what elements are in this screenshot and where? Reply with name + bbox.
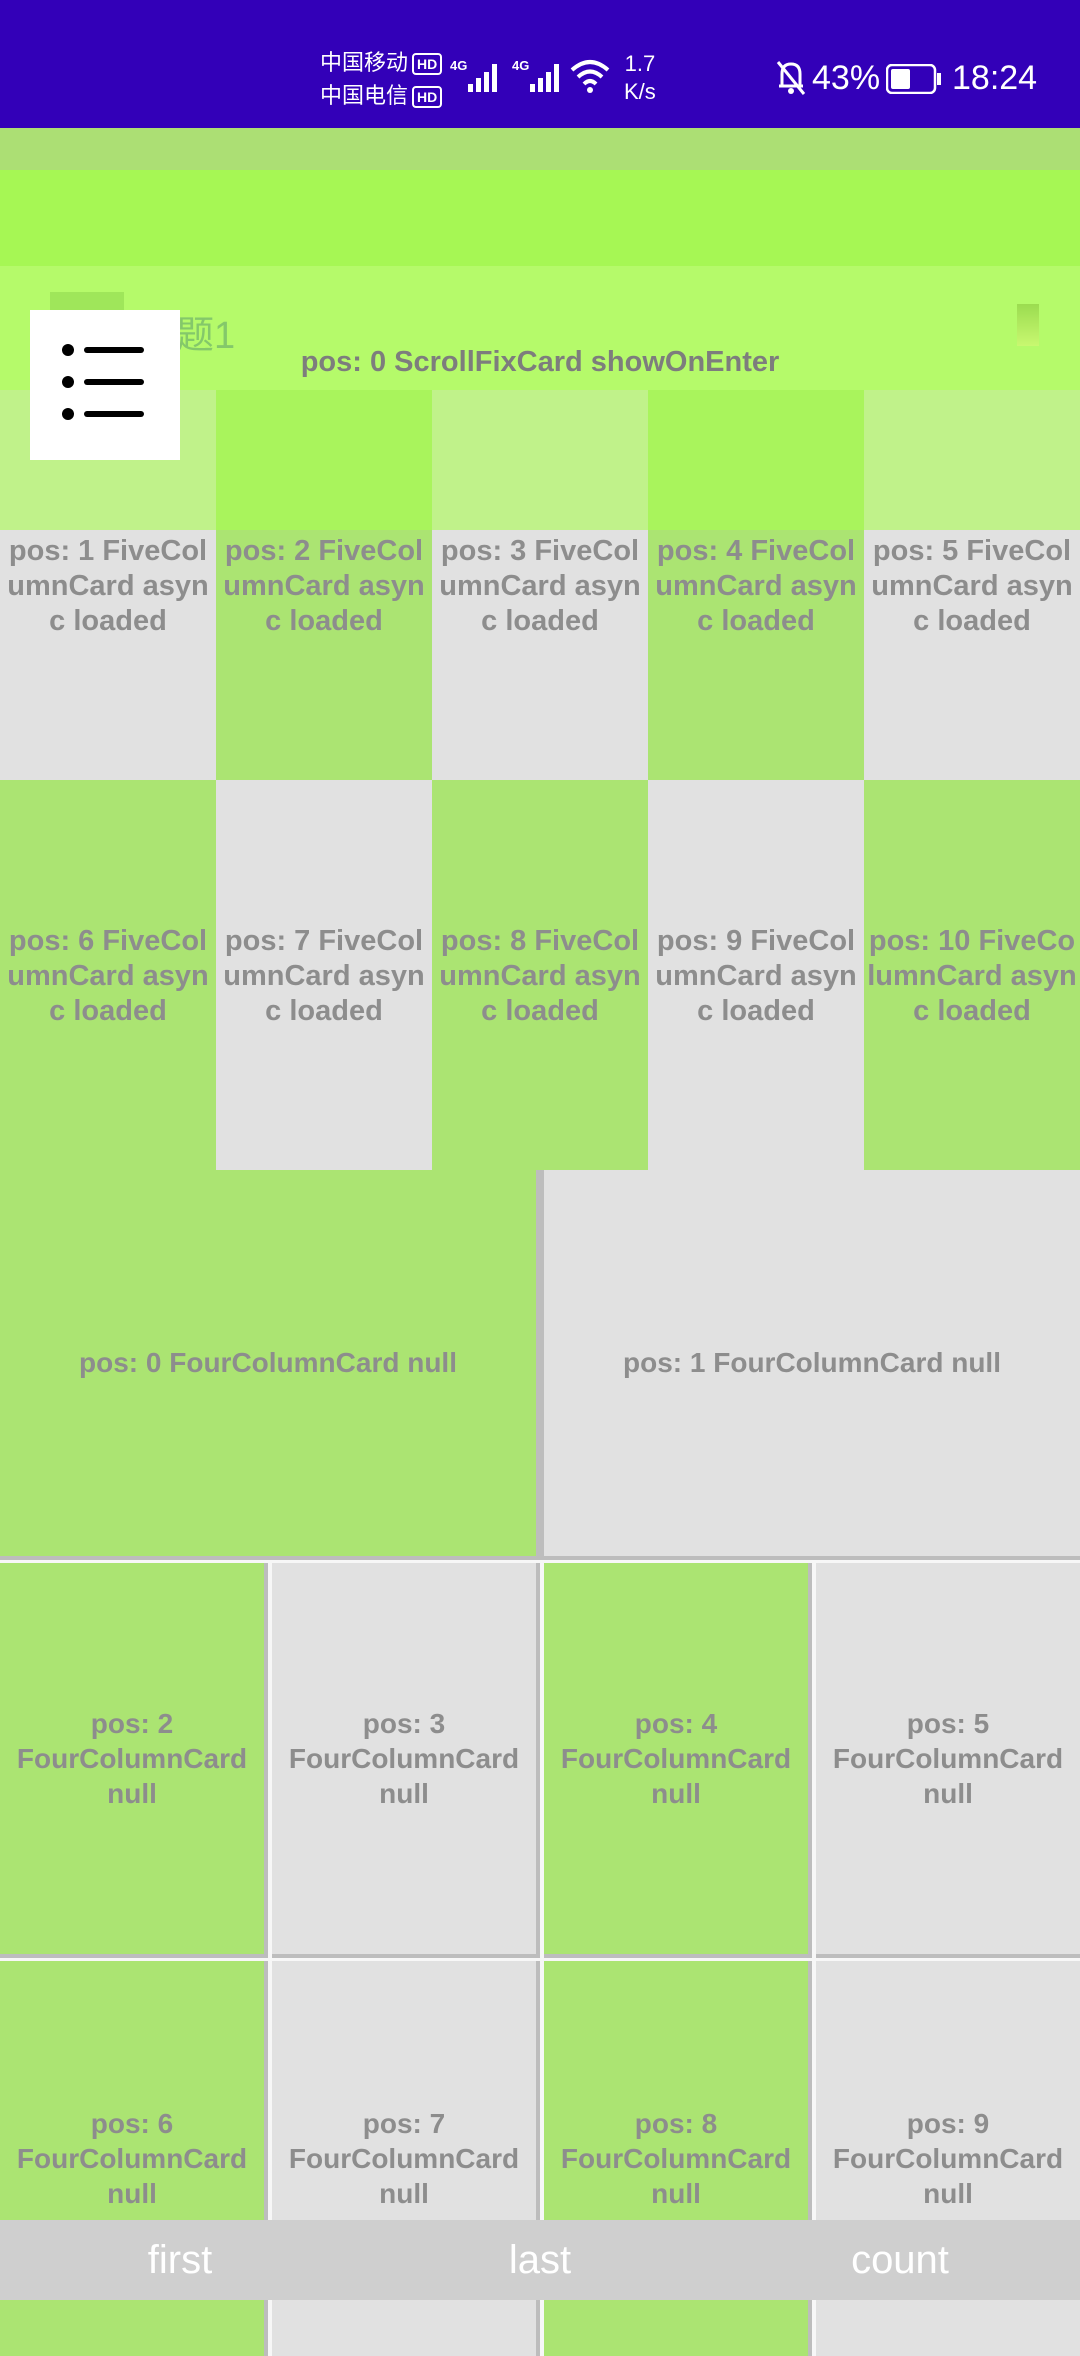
card-label: pos: 3 FourColumnCard null xyxy=(288,1708,520,1809)
header-band xyxy=(0,170,1080,266)
five-column-card[interactable]: pos: 10 FiveColumnCard async loaded xyxy=(864,780,1080,1170)
card-label: pos: 8 FourColumnCard null xyxy=(560,2108,792,2209)
five-column-card[interactable]: pos: 2 FiveColumnCard async loaded xyxy=(216,390,432,780)
card-label: pos: 5 FourColumnCard null xyxy=(832,1708,1064,1809)
count-button[interactable]: count xyxy=(720,2220,1080,2300)
card-label: pos: 8 FiveColumnCard async loaded xyxy=(439,925,641,1027)
card-label: pos: 2 FiveColumnCard async loaded xyxy=(223,535,425,637)
four-column-card[interactable]: pos: 5 FourColumnCard null xyxy=(816,1563,1080,1958)
four-column-card[interactable]: pos: 2 FourColumnCard null xyxy=(0,1563,268,1958)
five-column-card[interactable]: pos: 8 FiveColumnCard async loaded xyxy=(432,780,648,1170)
card-label: pos: 7 FiveColumnCard async loaded xyxy=(223,925,425,1027)
scroll-indicator xyxy=(1017,304,1039,346)
four-column-card[interactable]: pos: 1 FourColumnCard null xyxy=(540,1170,1080,1560)
card-label: pos: 6 FiveColumnCard async loaded xyxy=(7,925,209,1027)
card-label: pos: 1 FiveColumnCard async loaded xyxy=(7,535,209,637)
speed-unit: K/s xyxy=(624,79,656,104)
four-column-card[interactable]: pos: 4 FourColumnCard null xyxy=(544,1563,812,1958)
svg-text:4G: 4G xyxy=(512,58,529,73)
status-bar: 中国移动 HD 中国电信 HD 4G 4G 1.7 K/s 43% 18:24 xyxy=(0,0,1080,128)
card-label: pos: 9 FourColumnCard null xyxy=(832,2108,1064,2209)
five-column-card[interactable]: pos: 3 FiveColumnCard async loaded xyxy=(432,390,648,780)
carrier-2: 中国电信 xyxy=(320,83,409,108)
five-column-card[interactable]: pos: 9 FiveColumnCard async loaded xyxy=(648,780,864,1170)
card-label: pos: 10 FiveColumnCard async loaded xyxy=(867,925,1077,1027)
card-label: pos: 2 FourColumnCard null xyxy=(16,1708,248,1809)
card-label: pos: 9 FiveColumnCard async loaded xyxy=(655,925,857,1027)
bell-muted-icon xyxy=(776,61,806,95)
card-label: pos: 4 FourColumnCard null xyxy=(560,1708,792,1809)
list-menu-icon xyxy=(62,344,144,420)
hd-badge: HD xyxy=(412,53,443,76)
svg-text:4G: 4G xyxy=(450,58,467,73)
five-column-card[interactable]: pos: 5 FiveColumnCard async loaded xyxy=(864,390,1080,780)
five-column-card[interactable]: pos: 4 FiveColumnCard async loaded xyxy=(648,390,864,780)
five-column-card[interactable]: pos: 6 FiveColumnCard async loaded xyxy=(0,780,216,1170)
bottom-action-bar: first last count xyxy=(0,2220,1080,2300)
card-label: pos: 6 FourColumnCard null xyxy=(16,2108,248,2209)
signal-icon: 4G xyxy=(512,58,559,92)
clock: 18:24 xyxy=(952,59,1038,97)
wifi-icon xyxy=(570,60,610,93)
card-label: pos: 7 FourColumnCard null xyxy=(288,2108,520,2209)
card-label: pos: 0 FourColumnCard null xyxy=(79,1347,457,1378)
four-column-card[interactable]: pos: 3 FourColumnCard null xyxy=(272,1563,540,1958)
five-column-card[interactable]: pos: 7 FiveColumnCard async loaded xyxy=(216,780,432,1170)
card-label: pos: 5 FiveColumnCard async loaded xyxy=(871,535,1073,637)
card-label: pos: 1 FourColumnCard null xyxy=(623,1347,1001,1378)
last-button[interactable]: last xyxy=(360,2220,720,2300)
battery-percent: 43% xyxy=(812,59,881,97)
hd-badge: HD xyxy=(412,86,443,109)
four-column-card[interactable]: pos: 0 FourColumnCard null xyxy=(0,1170,540,1560)
first-button[interactable]: first xyxy=(0,2220,360,2300)
speed-value: 1.7 xyxy=(624,51,656,76)
network-speed: 1.7 K/s xyxy=(624,50,656,106)
carrier-info: 中国移动 HD 中国电信 HD xyxy=(320,46,443,112)
battery-icon xyxy=(886,64,941,94)
card-label: pos: 4 FiveColumnCard async loaded xyxy=(655,535,857,637)
menu-button[interactable] xyxy=(30,310,180,460)
signal-icon: 4G xyxy=(450,58,497,92)
header-band xyxy=(0,128,1080,170)
carrier-1: 中国移动 xyxy=(320,50,409,75)
card-label: pos: 3 FiveColumnCard async loaded xyxy=(439,535,641,637)
